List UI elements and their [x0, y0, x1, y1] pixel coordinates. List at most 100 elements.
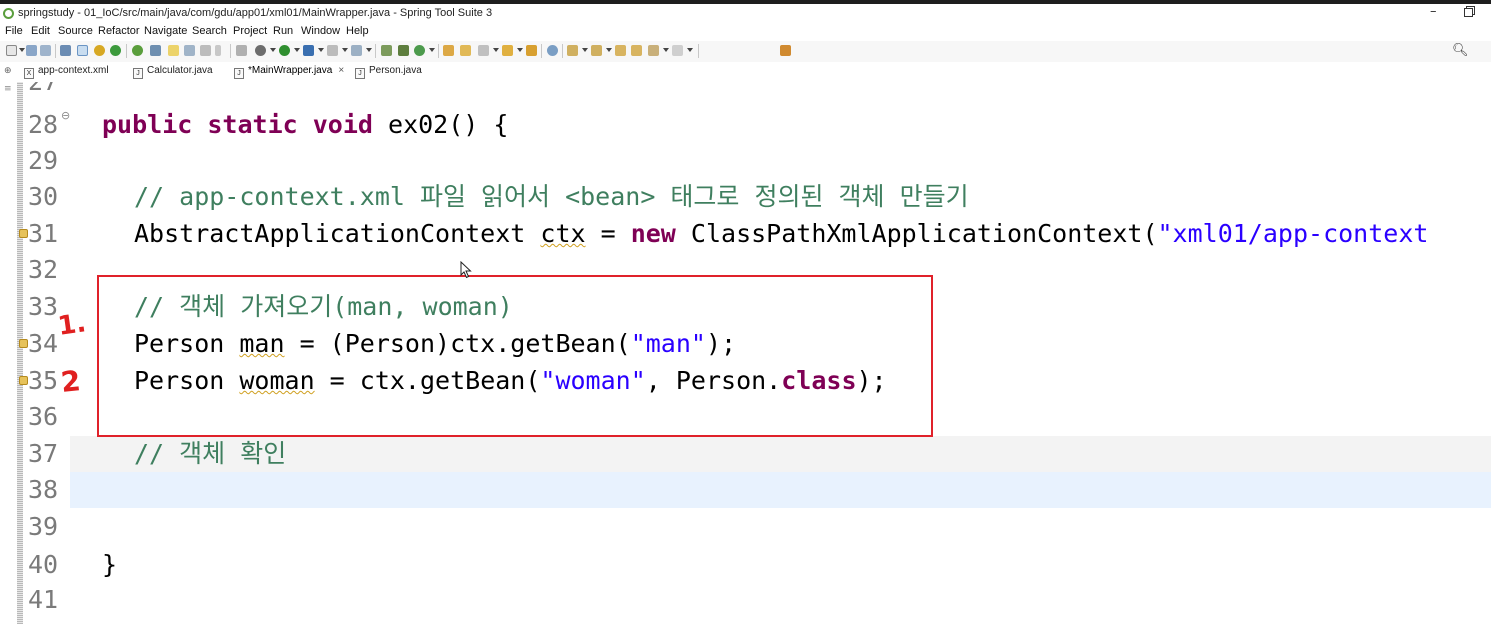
close-icon[interactable]: ×	[338, 65, 344, 76]
refresh-icon[interactable]	[132, 45, 143, 56]
tab-label: *MainWrapper.java	[248, 65, 333, 76]
back-icon[interactable]	[648, 45, 659, 56]
method-signature: ex02() {	[372, 110, 509, 139]
statement-end: );	[705, 329, 737, 358]
spring-bean-icon[interactable]	[398, 45, 409, 56]
new-icon[interactable]	[6, 45, 17, 56]
warning-icon[interactable]	[19, 376, 28, 385]
menu-file[interactable]: File	[5, 25, 23, 37]
dropdown-icon[interactable]	[606, 48, 612, 52]
open-type-icon[interactable]	[443, 45, 454, 56]
menu-source[interactable]: Source	[58, 25, 93, 37]
dropdown-icon[interactable]	[270, 48, 276, 52]
line-number: 37	[28, 439, 59, 468]
toolbar-separator	[126, 44, 127, 58]
mark-occurrences-icon[interactable]	[168, 45, 179, 56]
previous-annotation-icon[interactable]	[591, 45, 602, 56]
menu-run[interactable]: Run	[273, 25, 293, 37]
expression: = ctx.getBean(	[314, 366, 541, 395]
string-literal: "man"	[630, 329, 706, 358]
breakpoint-icon[interactable]	[94, 45, 105, 56]
open-folder-icon[interactable]	[502, 45, 513, 56]
dropdown-icon[interactable]	[663, 48, 669, 52]
external-tools-icon[interactable]	[303, 45, 314, 56]
back-history-icon[interactable]	[631, 45, 642, 56]
dropdown-icon[interactable]	[318, 48, 324, 52]
run-icon[interactable]	[279, 45, 290, 56]
last-edit-icon[interactable]	[615, 45, 626, 56]
code-line: 32	[0, 252, 1491, 288]
dropdown-icon[interactable]	[687, 48, 693, 52]
task-icon[interactable]	[150, 45, 161, 56]
code-line: 40 }	[0, 547, 1491, 583]
line-number: 39	[28, 512, 59, 541]
folder-icon[interactable]	[526, 45, 537, 56]
tab-app-context-xml[interactable]: Xapp-context.xml	[24, 65, 109, 80]
new-java-class-icon[interactable]	[414, 45, 425, 56]
view-menu-icon[interactable]: ⊕	[4, 66, 12, 76]
tab-calculator-java[interactable]: J Calculator.java	[133, 65, 213, 80]
dropdown-icon[interactable]	[294, 48, 300, 52]
warning-icon[interactable]	[19, 229, 28, 238]
toggle-icon[interactable]	[77, 45, 88, 56]
debug-run-icon[interactable]	[255, 45, 266, 56]
menu-navigate[interactable]: Navigate	[144, 25, 187, 37]
save-all-icon[interactable]	[40, 45, 51, 56]
open-task-icon[interactable]	[460, 45, 471, 56]
dropdown-icon[interactable]	[582, 48, 588, 52]
toolbar-separator	[230, 44, 231, 58]
menu-project[interactable]: Project	[233, 25, 267, 37]
minimize-icon[interactable]: –	[1430, 4, 1437, 19]
menu-window[interactable]: Window	[301, 25, 340, 37]
whitespace-icon[interactable]	[200, 45, 211, 56]
server-icon[interactable]	[351, 45, 362, 56]
java-file-icon: J	[355, 68, 365, 79]
menu-search[interactable]: Search	[192, 25, 227, 37]
annotation-icon[interactable]	[236, 45, 247, 56]
code-line: 28 ⊖ public static void ex02() {	[0, 107, 1491, 143]
menu-edit[interactable]: Edit	[31, 25, 50, 37]
restore-icon[interactable]	[1464, 6, 1475, 17]
pilcrow-icon[interactable]	[215, 45, 221, 56]
line-number: 36	[28, 402, 59, 431]
next-annotation-icon[interactable]	[567, 45, 578, 56]
dropdown-icon[interactable]	[517, 48, 523, 52]
forward-icon[interactable]	[672, 45, 683, 56]
dropdown-icon[interactable]	[429, 48, 435, 52]
code-editor[interactable]: ≡ 27 28 ⊖ public static void ex02() { 29…	[0, 82, 1491, 624]
code-text: AbstractApplicationContext ctx = new Cla…	[134, 216, 1428, 252]
dropdown-icon[interactable]	[493, 48, 499, 52]
comment: // 객체 가져오기(man, woman)	[134, 292, 513, 321]
code-line: 29	[0, 143, 1491, 179]
tab-label: Person.java	[369, 65, 422, 76]
tab-person-java[interactable]: J Person.java	[355, 65, 422, 80]
dropdown-icon[interactable]	[366, 48, 372, 52]
warning-icon[interactable]	[19, 339, 28, 348]
pin-editor-icon[interactable]	[780, 45, 791, 56]
menu-refactor[interactable]: Refactor	[98, 25, 140, 37]
keyword: void	[312, 110, 373, 139]
search-file-icon[interactable]	[478, 45, 489, 56]
tab-mainwrapper-java[interactable]: J *MainWrapper.java ×	[234, 65, 344, 80]
line-number: 27	[28, 82, 58, 100]
console-icon[interactable]	[60, 45, 71, 56]
coverage-icon[interactable]	[327, 45, 338, 56]
code-line: 39	[0, 509, 1491, 545]
comment: // app-context.xml 파일 읽어서 <bean> 태그로 정의된…	[134, 182, 969, 211]
fold-toggle-icon[interactable]: ⊖	[61, 109, 70, 122]
block-select-icon[interactable]	[184, 45, 195, 56]
web-browser-icon[interactable]	[547, 45, 558, 56]
line-number: 29	[28, 146, 59, 175]
dropdown-icon[interactable]	[19, 48, 25, 52]
variable: man	[239, 329, 285, 358]
search-icon[interactable]: 🔍︎	[1452, 43, 1469, 58]
code-line: 27	[0, 82, 1491, 100]
menu-help[interactable]: Help	[346, 25, 369, 37]
xml-file-icon: X	[24, 68, 34, 79]
new-spring-icon[interactable]	[381, 45, 392, 56]
save-icon[interactable]	[26, 45, 37, 56]
dropdown-icon[interactable]	[342, 48, 348, 52]
debug-icon[interactable]	[110, 45, 121, 56]
toolbar-separator	[541, 44, 542, 58]
code-line: 33 // 객체 가져오기(man, woman)	[0, 289, 1491, 325]
